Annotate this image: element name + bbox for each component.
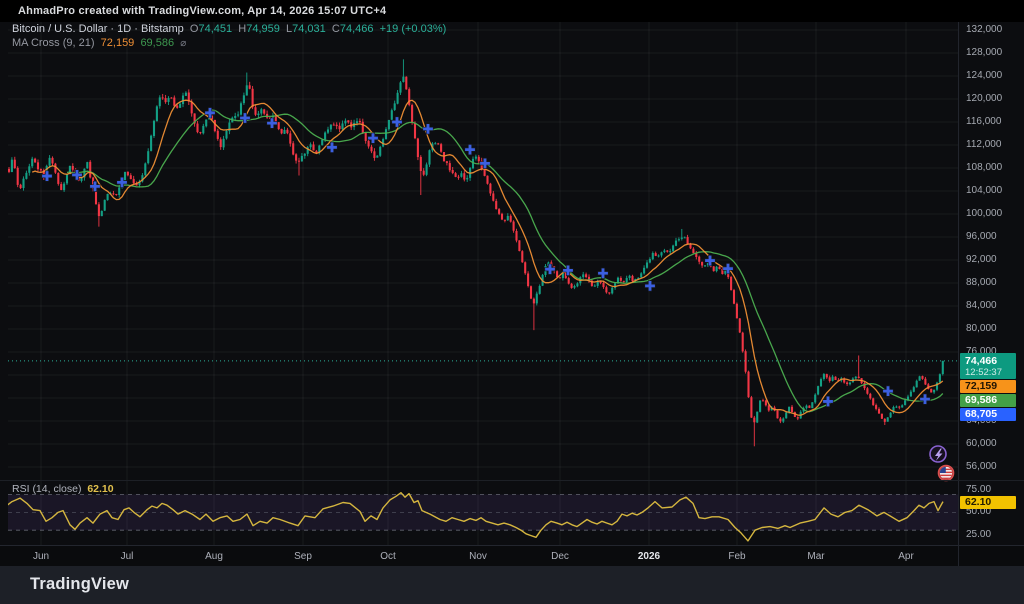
- attribution-text: AhmadPro created with TradingView.com, A…: [18, 5, 387, 17]
- price-axis-tick: 80,000: [966, 323, 997, 334]
- footer-bar: TradingView: [0, 566, 1024, 604]
- more-icon[interactable]: ⌀: [180, 38, 186, 49]
- ma-slow-value: 69,586: [140, 37, 175, 49]
- time-axis-label: Apr: [898, 551, 914, 562]
- price-axis-tick: 92,000: [966, 254, 997, 265]
- ma-fast-price-label: 72,159: [960, 380, 1016, 393]
- ma-cross-title[interactable]: MA Cross (9, 21): [12, 37, 95, 49]
- rsi-pane-layer: [8, 492, 958, 542]
- price-axis-tick: 128,000: [966, 47, 1003, 58]
- symbol-title[interactable]: Bitcoin / U.S. Dollar · 1D · Bitstamp: [12, 23, 184, 35]
- change-value: +19 (+0.03%): [379, 23, 447, 35]
- time-axis-label: Nov: [469, 551, 487, 562]
- price-axis-tick: 116,000: [966, 116, 1002, 127]
- rsi-value-label: 62.10: [960, 496, 1016, 509]
- extra-price-label: 68,705: [960, 408, 1016, 421]
- time-axis-label: Aug: [205, 551, 223, 562]
- us-flag-event-icon[interactable]: [937, 464, 955, 482]
- rsi-axis-tick: 75.00: [966, 484, 992, 496]
- rsi-params: (14, close): [32, 483, 82, 495]
- tradingview-snapshot: AhmadPro created with TradingView.com, A…: [0, 0, 1024, 604]
- time-axis-label: Feb: [728, 551, 746, 562]
- price-axis-tick: 132,000: [966, 24, 1003, 35]
- time-axis-label: Jun: [32, 551, 50, 562]
- high-label: H: [238, 23, 247, 35]
- ma-cross-lines: [31, 99, 944, 416]
- time-axis-label: Oct: [380, 551, 396, 562]
- rsi-legend[interactable]: RSI (14, close) 62.10: [12, 483, 114, 495]
- time-axis-label: Mar: [807, 551, 825, 562]
- price-axis-tick: 120,000: [966, 93, 1003, 104]
- time-axis-label: 2026: [637, 551, 661, 562]
- price-axis-tick: 88,000: [966, 277, 997, 288]
- price-axis-tick: 100,000: [966, 208, 1003, 219]
- last-price-label: 74,466 12:52:37: [960, 353, 1016, 379]
- rsi-axis-tick: 25.00: [966, 528, 992, 540]
- price-axis-tick: 124,000: [966, 70, 1003, 81]
- alert-lightning-icon[interactable]: [929, 445, 947, 463]
- ma-cross-legend[interactable]: MA Cross (9, 21) 72,159 69,586 ⌀: [12, 37, 186, 49]
- attribution-bar: AhmadPro created with TradingView.com, A…: [0, 0, 1024, 22]
- ma-slow-price-label: 69,586: [960, 394, 1016, 407]
- symbol-legend[interactable]: Bitcoin / U.S. Dollar · 1D · Bitstamp O7…: [12, 23, 446, 35]
- close-label: C: [331, 23, 340, 35]
- price-axis-tick: 84,000: [966, 300, 997, 311]
- low-value: 74,031: [292, 23, 326, 35]
- rsi-title[interactable]: RSI: [12, 483, 30, 495]
- chart-canvas[interactable]: [0, 0, 1024, 604]
- price-axis-tick: 56,000: [966, 461, 997, 472]
- high-value: 74,959: [246, 23, 280, 35]
- ma-fast-value: 72,159: [100, 37, 135, 49]
- time-axis-label: Jul: [120, 551, 134, 562]
- bar-close-countdown: 12:52:37: [965, 367, 1002, 378]
- gridlines: [8, 22, 958, 545]
- axis-separator: [958, 22, 959, 566]
- time-axis-label: Dec: [551, 551, 569, 562]
- price-axis[interactable]: 132,000 128,000 124,000 120,000 116,000 112,0…: [958, 22, 1024, 545]
- price-axis-tick: 96,000: [966, 231, 997, 242]
- ma-cross-markers: [41, 107, 931, 407]
- rsi-value: 62.10: [87, 483, 114, 495]
- price-axis-tick: 104,000: [966, 185, 1003, 196]
- tradingview-brand[interactable]: TradingView: [30, 575, 129, 594]
- close-value: 74,466: [339, 23, 374, 35]
- time-axis[interactable]: Jun Jul Aug Sep Oct Nov Dec 2026 Feb Mar Apr: [0, 545, 1024, 567]
- candlesticks-layer: [8, 59, 944, 447]
- price-axis-tick: 108,000: [966, 162, 1003, 173]
- time-axis-label: Sep: [294, 551, 312, 562]
- price-axis-tick: 60,000: [966, 438, 997, 449]
- open-value: 74,451: [198, 23, 233, 35]
- price-axis-tick: 112,000: [966, 139, 1002, 150]
- pane-divider[interactable]: [0, 480, 1024, 481]
